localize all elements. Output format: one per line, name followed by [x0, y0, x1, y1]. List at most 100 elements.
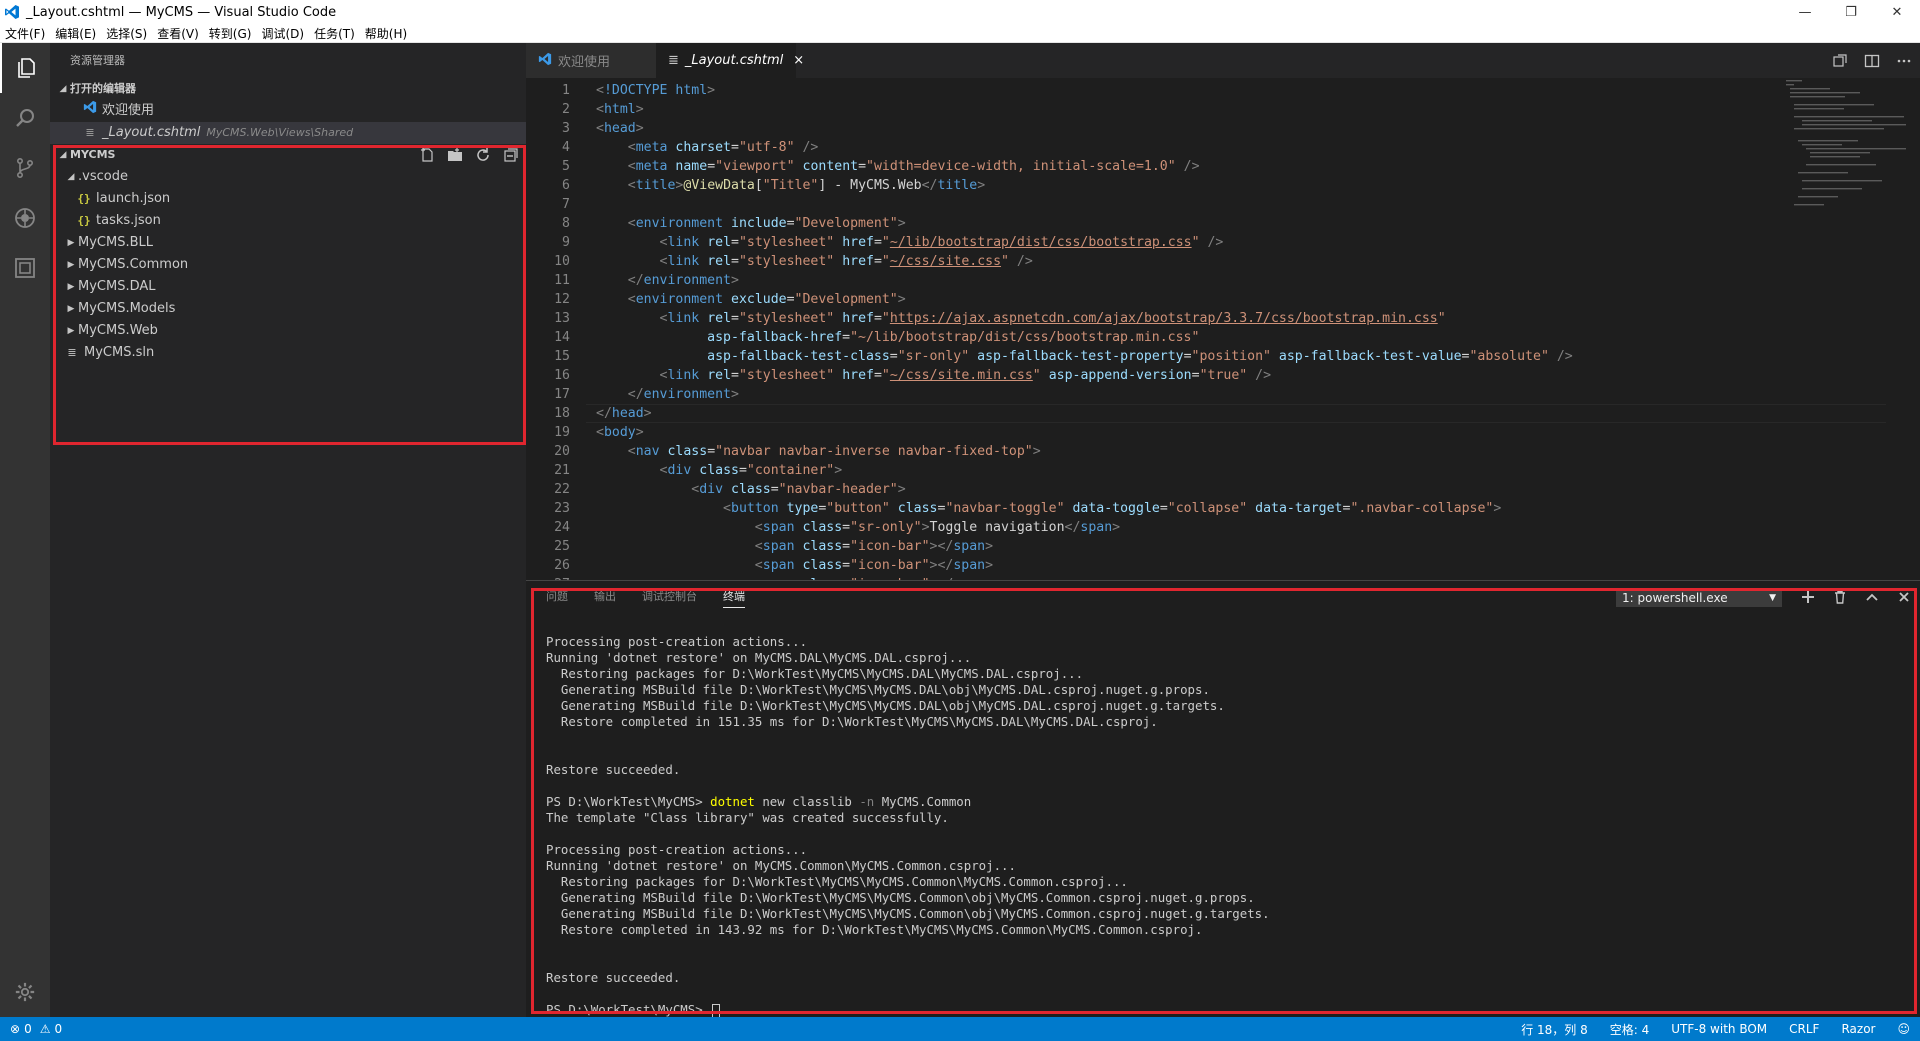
menu-selection[interactable]: 选择(S) — [101, 25, 152, 42]
chevron-down-icon: ◢ — [67, 172, 75, 182]
code-editor[interactable]: 1 <!DOCTYPE html> 2 <html> 3 <head> 4 <meta ch… — [526, 78, 1920, 580]
code-line[interactable]: 19 <body> — [526, 423, 1920, 442]
terminal-select[interactable]: 1: powershell.exe ▼ — [1616, 589, 1782, 607]
tree-item-vscode[interactable]: ◢ .vscode — [50, 166, 526, 188]
menu-edit[interactable]: 编辑(E) — [50, 25, 101, 42]
code-line[interactable]: 1 <!DOCTYPE html> — [526, 81, 1920, 100]
code-line[interactable]: 22 <div class="navbar-header"> — [526, 480, 1920, 499]
panel-tab-terminal[interactable]: 终端 — [723, 586, 745, 608]
code-line[interactable]: 17 </environment> — [526, 385, 1920, 404]
open-editors-header[interactable]: ◢ 打开的编辑器 — [50, 78, 526, 100]
menu-tasks[interactable]: 任务(T) — [309, 25, 360, 42]
encoding[interactable]: UTF-8 with BOM — [1671, 1022, 1767, 1036]
end-of-line[interactable]: CRLF — [1789, 1022, 1819, 1036]
maximize-button[interactable]: ❐ — [1828, 0, 1874, 24]
menu-bar: 文件(F) 编辑(E) 选择(S) 查看(V) 转到(G) 调试(D) 任务(T… — [0, 24, 1920, 43]
source-control-icon[interactable] — [0, 143, 50, 193]
cursor-position[interactable]: 行 18，列 8 — [1521, 1021, 1588, 1038]
code-line[interactable]: 11 </environment> — [526, 271, 1920, 290]
menu-file[interactable]: 文件(F) — [0, 25, 50, 42]
code-line[interactable]: 9 <link rel="stylesheet" href="~/lib/boo… — [526, 233, 1920, 252]
tree-item-models[interactable]: ▶ MyCMS.Models — [50, 298, 526, 320]
code-line[interactable]: 25 <span class="icon-bar"></span> — [526, 537, 1920, 556]
panel-tab-problems[interactable]: 问题 — [546, 586, 568, 608]
code-line[interactable]: 12 <environment exclude="Development"> — [526, 290, 1920, 309]
tab-layout-cshtml[interactable]: ≣ _Layout.cshtml × — [656, 43, 804, 78]
split-editor-icon[interactable] — [1856, 43, 1888, 78]
code-line[interactable]: 6 <title>@ViewData["Title"] - MyCMS.Web<… — [526, 176, 1920, 195]
trash-icon[interactable] — [1824, 585, 1856, 609]
settings-gear-icon[interactable] — [0, 967, 50, 1017]
workspace-header[interactable]: ◢ MYCMS — [50, 144, 526, 166]
feedback-icon[interactable]: ☺ — [1897, 1022, 1910, 1036]
code-line[interactable]: 26 <span class="icon-bar"></span> — [526, 556, 1920, 575]
tree-item-tasks-json[interactable]: {} tasks.json — [50, 210, 526, 232]
more-actions-icon[interactable] — [1888, 43, 1920, 78]
menu-debug[interactable]: 调试(D) — [256, 25, 309, 42]
search-icon[interactable] — [0, 93, 50, 143]
code-line[interactable]: 10 <link rel="stylesheet" href="~/css/si… — [526, 252, 1920, 271]
code-text: <nav class="navbar navbar-inverse navbar… — [627, 444, 1041, 459]
tree-item-bll[interactable]: ▶ MyCMS.BLL — [50, 232, 526, 254]
vscode-file-icon — [538, 52, 552, 70]
code-line[interactable]: 14 asp-fallback-href="~/lib/bootstrap/di… — [526, 328, 1920, 347]
explorer-sidebar: 资源管理器 ◢ 打开的编辑器 欢迎使用 ≣ _Layout.cshtml MyC… — [50, 43, 526, 1017]
tree-item-sln[interactable]: ≣ MyCMS.sln — [50, 342, 526, 364]
code-line[interactable]: 4 <meta charset="utf-8" /> — [526, 138, 1920, 157]
panel-tab-debug-console[interactable]: 调试控制台 — [642, 586, 697, 608]
terminal-line: Generating MSBuild file D:\WorkTest\MyCM… — [546, 698, 1225, 713]
refresh-icon[interactable] — [474, 146, 492, 164]
debug-icon[interactable] — [0, 193, 50, 243]
files-icon[interactable] — [0, 43, 50, 93]
code-line[interactable]: 21 <div class="container"> — [526, 461, 1920, 480]
tree-item-launch-json[interactable]: {} launch.json — [50, 188, 526, 210]
maximize-panel-icon[interactable] — [1856, 585, 1888, 609]
line-number: 7 — [562, 197, 570, 212]
open-editor-path: MyCMS.Web\Views\Shared — [206, 126, 354, 139]
close-tab-icon[interactable]: × — [793, 53, 804, 68]
extensions-icon[interactable] — [0, 243, 50, 293]
terminal-line: Processing post-creation actions... — [546, 634, 808, 649]
tree-item-common[interactable]: ▶ MyCMS.Common — [50, 254, 526, 276]
close-window-button[interactable]: ✕ — [1874, 0, 1920, 24]
new-file-icon[interactable] — [418, 146, 436, 164]
problems-status[interactable]: ⊗ 0 ⚠ 0 — [10, 1017, 62, 1041]
code-line[interactable]: 3 <head> — [526, 119, 1920, 138]
code-line[interactable]: 18 </head> — [526, 404, 1920, 423]
code-line[interactable]: 13 <link rel="stylesheet" href="https://… — [526, 309, 1920, 328]
code-line[interactable]: 23 <button type="button" class="navbar-t… — [526, 499, 1920, 518]
open-editor-layout[interactable]: ≣ _Layout.cshtml MyCMS.Web\Views\Shared — [50, 122, 526, 144]
indentation[interactable]: 空格: 4 — [1610, 1021, 1650, 1038]
new-folder-icon[interactable] — [446, 146, 464, 164]
json-file-icon: {} — [77, 214, 91, 227]
collapse-all-icon[interactable] — [502, 146, 520, 164]
tree-item-dal[interactable]: ▶ MyCMS.DAL — [50, 276, 526, 298]
code-line[interactable]: 15 asp-fallback-test-class="sr-only" asp… — [526, 347, 1920, 366]
bottom-panel: 问题 输出 调试控制台 终端 1: powershell.exe ▼ Proce… — [526, 580, 1920, 1018]
tree-item-web[interactable]: ▶ MyCMS.Web — [50, 320, 526, 342]
terminal-line: Restore completed in 151.35 ms for D:\Wo… — [546, 714, 1158, 729]
menu-view[interactable]: 查看(V) — [152, 25, 204, 42]
new-terminal-icon[interactable] — [1792, 585, 1824, 609]
terminal-output[interactable]: Processing post-creation actions... Runni… — [546, 618, 1270, 1018]
code-line[interactable]: 20 <nav class="navbar navbar-inverse nav… — [526, 442, 1920, 461]
language-mode[interactable]: Razor — [1841, 1022, 1875, 1036]
menu-goto[interactable]: 转到(G) — [204, 25, 257, 42]
code-line[interactable]: 2 <html> — [526, 100, 1920, 119]
panel-tab-output[interactable]: 输出 — [594, 586, 616, 608]
code-line[interactable]: 5 <meta name="viewport" content="width=d… — [526, 157, 1920, 176]
open-changes-icon[interactable] — [1824, 43, 1856, 78]
json-file-icon: {} — [77, 192, 91, 205]
code-text: </head> — [596, 406, 652, 421]
menu-help[interactable]: 帮助(H) — [360, 25, 412, 42]
minimize-button[interactable]: — — [1782, 0, 1828, 24]
code-line[interactable]: 8 <environment include="Development"> — [526, 214, 1920, 233]
code-line[interactable]: 7 — [526, 195, 1920, 214]
line-number: 20 — [554, 444, 570, 459]
terminal-line: Generating MSBuild file D:\WorkTest\MyCM… — [546, 906, 1270, 921]
code-line[interactable]: 16 <link rel="stylesheet" href="~/css/si… — [526, 366, 1920, 385]
tab-welcome[interactable]: 欢迎使用 — [526, 43, 656, 78]
close-panel-icon[interactable] — [1888, 585, 1920, 609]
open-editor-welcome[interactable]: 欢迎使用 — [50, 100, 526, 122]
code-line[interactable]: 24 <span class="sr-only">Toggle navigati… — [526, 518, 1920, 537]
